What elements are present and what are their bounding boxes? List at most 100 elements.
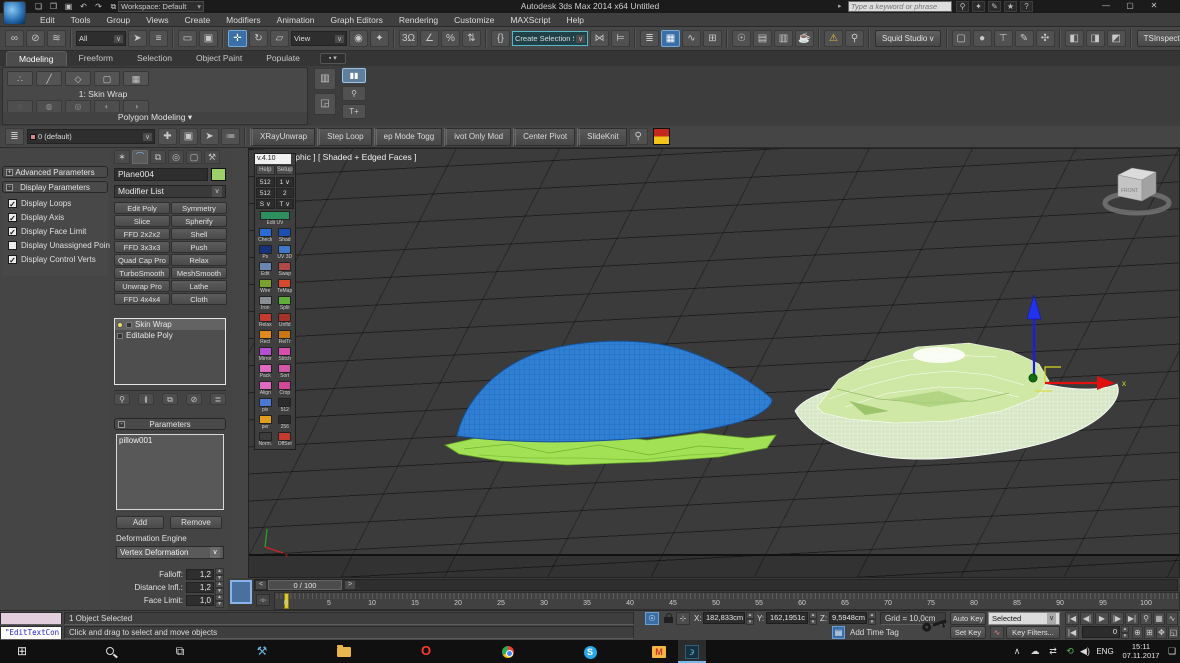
ribbon-collapse-button[interactable]: ▪ ▾ <box>320 53 346 64</box>
textools-tool-align[interactable]: Align <box>256 381 275 397</box>
display-tab-icon[interactable]: ▢ <box>186 150 202 164</box>
subobject-expand-icon[interactable] <box>117 333 123 339</box>
create-new-layer-icon[interactable]: ✚ <box>158 128 177 145</box>
active-layer-dropdown[interactable]: 0 (default) ∨ <box>27 129 155 144</box>
rectangular-selection-icon[interactable]: ▭ <box>178 30 197 47</box>
edit-named-selection-sets-icon[interactable]: {} <box>491 30 510 47</box>
toggle-panel-a-icon[interactable]: ▥ <box>314 68 336 90</box>
modifier-button-symmetry[interactable]: Symmetry <box>171 202 227 214</box>
search-history-icon[interactable]: ▸ <box>838 2 842 10</box>
brush-icon[interactable]: ✎ <box>1015 30 1034 47</box>
textools-tool-check[interactable]: Check <box>256 228 275 244</box>
layer-manager-icon[interactable]: ≣ <box>640 30 659 47</box>
spinner-field-distanceinfl[interactable]: 1,2 <box>186 582 214 593</box>
modifier-button-meshsmooth[interactable]: MeshSmooth <box>171 267 227 279</box>
sign-in-icon[interactable]: ✦ <box>972 1 985 12</box>
collapse-icon[interactable]: - <box>6 184 13 191</box>
absolute-offset-toggle-icon[interactable]: ⊹ <box>676 612 690 625</box>
material-editor-icon[interactable]: ☉ <box>732 30 751 47</box>
textools-field[interactable]: 1 ∨ <box>276 177 295 187</box>
textools-tool-256[interactable]: 256 <box>276 415 295 431</box>
network-icon[interactable]: ⇄ <box>1044 640 1062 663</box>
make-unique-icon[interactable]: ⧉ <box>162 393 178 405</box>
select-and-manipulate-icon[interactable]: ✦ <box>370 30 389 47</box>
modifier-button-spherify[interactable]: Spherify <box>171 215 227 227</box>
textools-tool-pix[interactable]: pix <box>256 398 275 414</box>
select-and-move-icon[interactable]: ✛ <box>228 30 247 47</box>
macro-recorder-pane[interactable] <box>0 612 62 625</box>
menu-animation[interactable]: Animation <box>269 13 323 26</box>
taskbar-app-tool[interactable]: ⚒ <box>248 640 276 663</box>
show-grid-toggle-icon[interactable]: ▮▮ <box>342 68 366 83</box>
current-frame-field[interactable]: 0 <box>1082 626 1120 638</box>
z-coordinate-field[interactable]: 9,5948cm <box>829 612 867 624</box>
textools-tool-edituv[interactable]: Edit UV <box>256 211 294 227</box>
plugin-button-ep-mode-togg[interactable]: ep Mode Togg <box>374 128 443 146</box>
garment-maker-icon[interactable]: ⊤ <box>994 30 1013 47</box>
toggle-panel-b-icon[interactable]: ◲ <box>314 93 336 115</box>
configure-modifier-sets-icon[interactable]: ≣ <box>210 393 226 405</box>
modifier-button-ffd-4x4x4[interactable]: FFD 4x4x4 <box>114 293 170 305</box>
spinner-arrows[interactable]: ▲▼ <box>215 594 224 608</box>
maximize-viewport-icon[interactable]: ◱ <box>1168 626 1179 639</box>
modifier-button-cloth[interactable]: Cloth <box>171 293 227 305</box>
textools-tool-pack[interactable]: Pack <box>256 364 275 380</box>
taskbar-app-chrome[interactable] <box>494 640 522 663</box>
collapse-icon[interactable]: + <box>6 169 13 176</box>
workspace-dropdown[interactable]: Workspace: Default ▾ <box>118 1 204 12</box>
add-time-tag[interactable]: Add Time Tag <box>850 626 899 639</box>
select-and-link-icon[interactable]: ∞ <box>5 30 24 47</box>
rendered-frame-window-icon[interactable]: ▥ <box>774 30 793 47</box>
checkbox-display-loops[interactable]: ✓ <box>8 199 17 208</box>
collapse-icon[interactable]: - <box>118 421 125 428</box>
motion-tab-icon[interactable]: ◎ <box>168 150 184 164</box>
select-and-scale-icon[interactable]: ▱ <box>270 30 289 47</box>
perspective-viewport[interactable]: [ Orthographic ] [ Shaded + Edged Faces … <box>248 148 1180 578</box>
menu-tools[interactable]: Tools <box>63 13 99 26</box>
start-button[interactable]: ⊞ <box>8 640 36 663</box>
ribbon-tab-selection[interactable]: Selection <box>125 51 184 66</box>
render-pass-icon[interactable]: ◨ <box>1086 30 1105 47</box>
next-frame-arrow[interactable]: > <box>345 581 355 589</box>
hierarchy-tab-icon[interactable]: ⧉ <box>150 150 166 164</box>
modifier-button-relax[interactable]: Relax <box>171 254 227 266</box>
spinner-field-falloff[interactable]: 1,2 <box>186 569 214 580</box>
plugin-button-center-pivot[interactable]: Center Pivot <box>513 128 575 146</box>
snap-toggle-icon[interactable]: 3Ω <box>399 30 418 47</box>
menu-customize[interactable]: Customize <box>446 13 502 26</box>
modifier-button-edit-poly[interactable]: Edit Poly <box>114 202 170 214</box>
key-filters-button[interactable]: Key Filters... <box>1006 626 1060 639</box>
checkbox-display-control-verts[interactable]: ✓ <box>8 255 17 264</box>
curve-editor-icon[interactable]: ∿ <box>682 30 701 47</box>
deformation-engine-dropdown[interactable]: Vertex Deformation ∨ <box>116 546 224 559</box>
redo-icon[interactable]: ↷ <box>92 1 105 12</box>
sphere-icon[interactable]: ● <box>973 30 992 47</box>
modifier-list-dropdown[interactable]: Modifier List ∨ <box>114 185 226 198</box>
task-view-button[interactable]: ⧉ <box>166 640 194 663</box>
communication-icon[interactable]: ✎ <box>988 1 1001 12</box>
create-tab-icon[interactable]: ✶ <box>114 150 130 164</box>
tray-expand-icon[interactable]: ∧ <box>1008 640 1026 663</box>
parameters-rollout-header[interactable]: - Parameters <box>114 418 226 430</box>
textools-tool-iron[interactable]: Iron <box>256 296 275 312</box>
border-mode-icon[interactable]: ◇ <box>65 71 91 86</box>
taskbar-app-3dsmax[interactable]: ϶ <box>678 640 706 663</box>
go-to-end-button[interactable]: ▶| <box>1125 612 1139 625</box>
textools-title[interactable]: v.4.10 <box>255 154 291 164</box>
named-selection-sets-dropdown[interactable]: Create Selection Se∨ <box>512 31 588 46</box>
play-button[interactable]: ▶ <box>1095 612 1109 625</box>
mirror-icon[interactable]: ⋈ <box>590 30 609 47</box>
spinner-field-facelimit[interactable]: 1,0 <box>186 595 214 606</box>
stack-item-skin-wrap[interactable]: Skin Wrap <box>115 319 225 330</box>
spinner-snap-icon[interactable]: ⇅ <box>462 30 481 47</box>
isolate-selection-icon[interactable]: ☉ <box>645 612 659 625</box>
remove-modifier-icon[interactable]: ⊘ <box>186 393 202 405</box>
cloth-plane-object[interactable] <box>795 343 1118 459</box>
mini-curve-editor-icon[interactable]: ∿ <box>1166 612 1178 625</box>
textools-tool-temap[interactable]: TeMap <box>276 279 295 295</box>
close-button[interactable]: ✕ <box>1144 1 1164 12</box>
previous-frame-arrow[interactable]: < <box>256 581 266 589</box>
set-current-layer-icon[interactable]: ≔ <box>221 128 240 145</box>
skinwrap-targets-list[interactable]: pillow001 <box>116 434 224 510</box>
y-coordinate-field[interactable]: 162,1951c <box>766 612 808 624</box>
